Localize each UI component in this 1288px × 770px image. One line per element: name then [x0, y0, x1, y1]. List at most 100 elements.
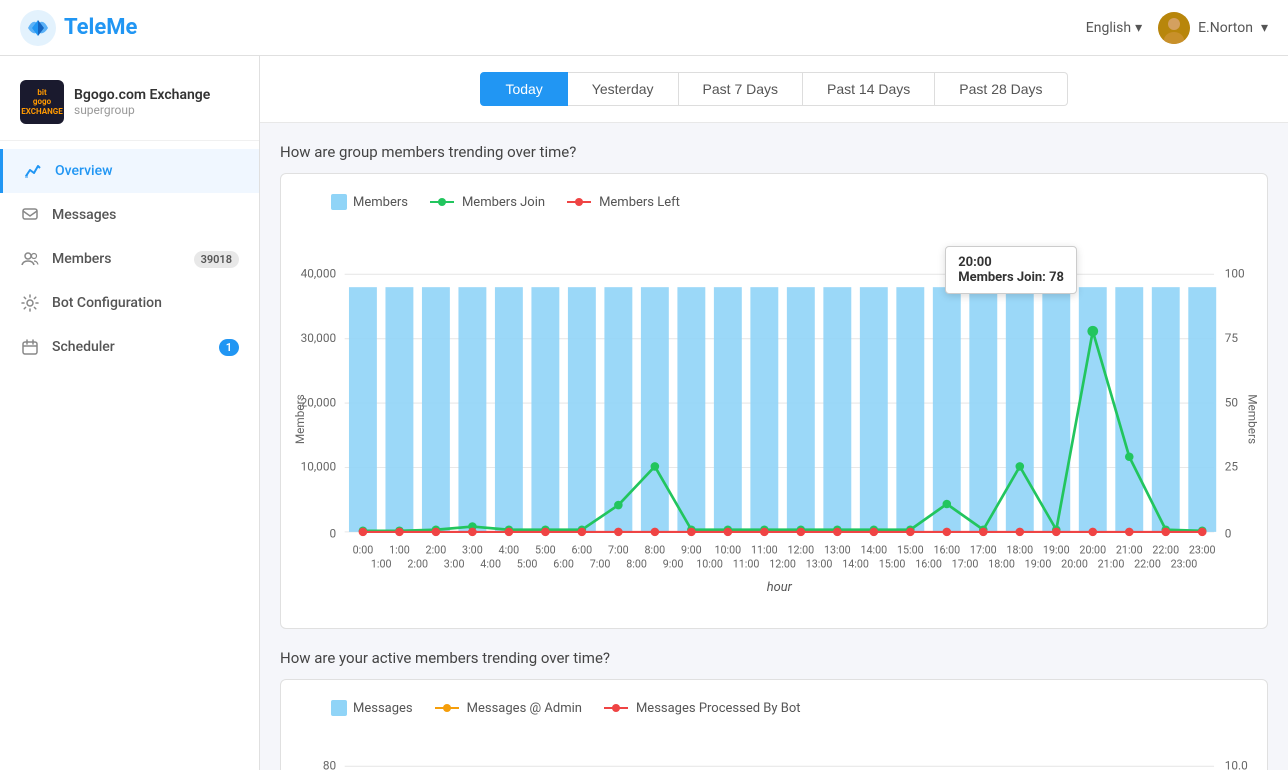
tab-past7[interactable]: Past 7 Days: [679, 72, 803, 106]
language-selector[interactable]: English ▾: [1086, 20, 1142, 36]
sidebar-messages-label: Messages: [52, 207, 116, 223]
chart1-section: How are group members trending over time…: [280, 143, 1268, 629]
svg-text:14:00: 14:00: [842, 557, 869, 570]
svg-text:17:00: 17:00: [970, 543, 997, 556]
svg-text:21:00: 21:00: [1098, 557, 1125, 570]
svg-text:2:00: 2:00: [426, 543, 447, 556]
svg-text:15:00: 15:00: [879, 557, 906, 570]
legend-join-line-icon: [428, 195, 456, 209]
legend-chart2-messages: Messages: [331, 700, 413, 716]
legend-members-join: Members Join: [428, 195, 545, 210]
sidebar-item-bot-configuration[interactable]: Bot Configuration: [0, 281, 259, 325]
chart2-svg: 80 10.0: [291, 732, 1257, 770]
chart1-card: Members Members Join: [280, 173, 1268, 629]
svg-text:5:00: 5:00: [535, 543, 556, 556]
svg-text:6:00: 6:00: [553, 557, 574, 570]
svg-text:21:00: 21:00: [1116, 543, 1143, 556]
header-right: English ▾ E.Norton ▾: [1086, 12, 1268, 44]
svg-text:9:00: 9:00: [663, 557, 684, 570]
group-type: supergroup: [74, 103, 210, 117]
legend-bot-line-icon: [602, 701, 630, 715]
svg-text:11:00: 11:00: [733, 557, 760, 570]
group-info: bitgogoEXCHANGE Bgogo.com Exchange super…: [0, 64, 259, 141]
svg-text:50: 50: [1225, 395, 1238, 409]
svg-text:25: 25: [1225, 460, 1239, 474]
svg-text:22:00: 22:00: [1152, 543, 1179, 556]
svg-text:23:00: 23:00: [1189, 543, 1216, 556]
logo-icon: [20, 10, 56, 46]
legend-join-label: Members Join: [462, 195, 545, 210]
legend-members: Members: [331, 194, 408, 210]
svg-text:19:00: 19:00: [1025, 557, 1052, 570]
tab-past14[interactable]: Past 14 Days: [803, 72, 935, 106]
svg-text:23:00: 23:00: [1171, 557, 1198, 570]
sidebar: bitgogoEXCHANGE Bgogo.com Exchange super…: [0, 56, 260, 770]
sidebar-overview-label: Overview: [55, 163, 112, 179]
svg-text:15:00: 15:00: [897, 543, 924, 556]
svg-text:Members: Members: [293, 394, 307, 444]
svg-text:5:00: 5:00: [517, 557, 538, 570]
svg-text:12:00: 12:00: [769, 557, 796, 570]
legend-chart2-admin-label: Messages @ Admin: [467, 701, 582, 716]
chart2-y-left: 80: [323, 759, 336, 770]
scheduler-badge: 1: [219, 339, 239, 356]
svg-text:100: 100: [1225, 267, 1245, 281]
sidebar-scheduler-label: Scheduler: [52, 339, 115, 355]
svg-text:12:00: 12:00: [787, 543, 814, 556]
svg-text:7:00: 7:00: [590, 557, 611, 570]
svg-text:9:00: 9:00: [681, 543, 702, 556]
chart2-card: Messages Messages @ Admin: [280, 679, 1268, 770]
svg-text:18:00: 18:00: [988, 557, 1015, 570]
logo-text: TeleMe: [64, 15, 137, 40]
svg-text:2:00: 2:00: [407, 557, 428, 570]
svg-text:17:00: 17:00: [952, 557, 979, 570]
avatar: [1158, 12, 1190, 44]
bar-group: [349, 287, 1216, 532]
svg-text:3:00: 3:00: [444, 557, 465, 570]
svg-text:18:00: 18:00: [1006, 543, 1033, 556]
svg-text:16:00: 16:00: [933, 543, 960, 556]
svg-text:3:00: 3:00: [462, 543, 483, 556]
svg-text:4:00: 4:00: [480, 557, 501, 570]
main-layout: bitgogoEXCHANGE Bgogo.com Exchange super…: [0, 56, 1288, 770]
language-label: English: [1086, 20, 1131, 36]
tab-today[interactable]: Today: [480, 72, 567, 106]
svg-text:30,000: 30,000: [301, 331, 336, 345]
tab-past28[interactable]: Past 28 Days: [935, 72, 1067, 106]
svg-text:13:00: 13:00: [824, 543, 851, 556]
language-arrow: ▾: [1135, 20, 1142, 36]
svg-text:20:00: 20:00: [1079, 543, 1106, 556]
sidebar-item-scheduler[interactable]: Scheduler 1: [0, 325, 259, 369]
logo: TeleMe: [20, 10, 137, 46]
join-line: [363, 331, 1202, 531]
sidebar-item-members[interactable]: Members 39018: [0, 237, 259, 281]
legend-chart2-bot: Messages Processed By Bot: [602, 701, 801, 716]
legend-chart2-messages-color: [331, 700, 347, 716]
legend-left-line-icon: [565, 195, 593, 209]
chart2-legend: Messages Messages @ Admin: [291, 700, 1257, 716]
legend-members-color: [331, 194, 347, 210]
svg-text:1:00: 1:00: [389, 543, 410, 556]
svg-text:0: 0: [1225, 526, 1232, 540]
legend-members-left: Members Left: [565, 195, 680, 210]
sidebar-item-messages[interactable]: Messages: [0, 193, 259, 237]
svg-text:8:00: 8:00: [626, 557, 647, 570]
user-name: E.Norton: [1198, 20, 1253, 36]
content-area: Today Yesterday Past 7 Days Past 14 Days…: [260, 56, 1288, 770]
tab-yesterday[interactable]: Yesterday: [568, 72, 679, 106]
sidebar-item-overview[interactable]: Overview: [0, 149, 259, 193]
svg-text:hour: hour: [767, 580, 793, 595]
legend-admin-line-icon: [433, 701, 461, 715]
chart2-y-right: 10.0: [1225, 759, 1248, 770]
user-menu[interactable]: E.Norton ▾: [1158, 12, 1268, 44]
chart1-wrapper: 20:00 Members Join: 78 40,000 30,000 20,…: [291, 226, 1257, 612]
sidebar-bot-config-label: Bot Configuration: [52, 295, 162, 311]
svg-text:0:00: 0:00: [353, 543, 374, 556]
svg-text:Members: Members: [1245, 394, 1257, 444]
header: TeleMe English ▾ E.Norton ▾: [0, 0, 1288, 56]
legend-members-label: Members: [353, 195, 408, 210]
svg-text:11:00: 11:00: [751, 543, 778, 556]
svg-text:20:00: 20:00: [1061, 557, 1088, 570]
legend-chart2-bot-label: Messages Processed By Bot: [636, 701, 801, 716]
users-icon: [20, 249, 40, 269]
